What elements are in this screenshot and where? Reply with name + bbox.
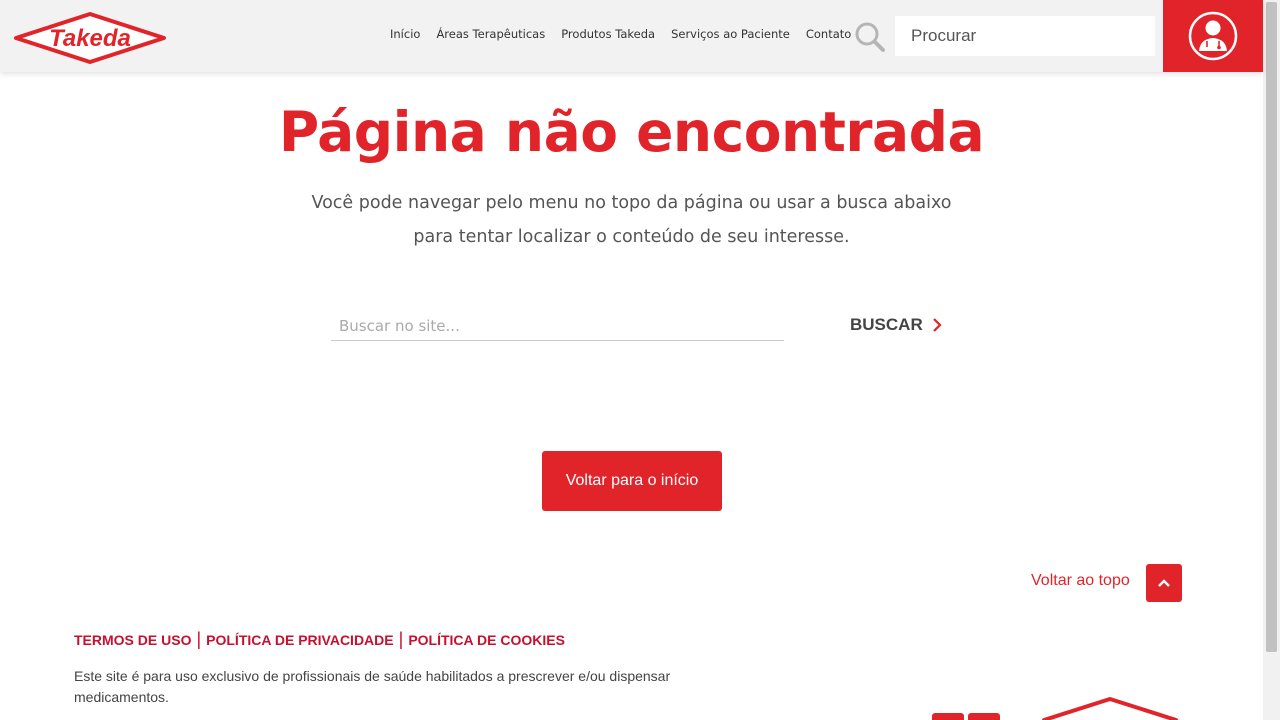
takeda-logo[interactable]: Takeda <box>12 10 168 66</box>
logo-text: Takeda <box>49 25 131 52</box>
chevron-right-icon <box>932 318 942 332</box>
back-to-top-button[interactable] <box>1146 564 1182 602</box>
footer-links: TERMOS DE USO | POLÍTICA DE PRIVACIDADE … <box>74 629 565 650</box>
link-separator: | <box>196 629 202 649</box>
nav-produtos-takeda[interactable]: Produtos Takeda <box>561 27 655 41</box>
search-icon[interactable] <box>854 21 886 53</box>
back-to-top-label[interactable]: Voltar ao topo <box>1031 572 1130 590</box>
social-icon[interactable] <box>968 713 1000 720</box>
nav-inicio[interactable]: Início <box>390 27 420 41</box>
link-politica-cookies[interactable]: POLÍTICA DE COOKIES <box>408 632 565 648</box>
page-scrollbar[interactable] <box>1263 0 1280 720</box>
link-politica-privacidade[interactable]: POLÍTICA DE PRIVACIDADE <box>206 632 393 648</box>
buscar-button[interactable]: BUSCAR <box>850 315 942 335</box>
page-title: Página não encontrada <box>278 100 985 164</box>
link-termos-de-uso[interactable]: TERMOS DE USO <box>74 632 191 648</box>
header-search-input[interactable] <box>895 16 1155 56</box>
back-to-home-button[interactable]: Voltar para o início <box>542 451 722 511</box>
link-separator: | <box>398 629 404 649</box>
page-subtitle: Você pode navegar pelo menu no topo da p… <box>311 193 952 247</box>
chevron-up-icon <box>1158 579 1170 587</box>
social-icon[interactable] <box>932 713 964 720</box>
footer-takeda-logo <box>1040 696 1180 720</box>
nav-contato[interactable]: Contato <box>806 27 851 41</box>
doctor-profile-button[interactable] <box>1163 0 1263 72</box>
main-nav: Início Áreas Terapêuticas Produtos Taked… <box>382 0 859 68</box>
nav-areas-terapeuticas[interactable]: Áreas Terapêuticas <box>436 27 545 41</box>
scrollbar-thumb[interactable] <box>1266 2 1277 652</box>
nav-servicos-paciente[interactable]: Serviços ao Paciente <box>671 27 790 41</box>
doctor-profile-icon <box>1188 11 1238 61</box>
site-header: Takeda Início Áreas Terapêuticas Produto… <box>0 0 1263 72</box>
buscar-label: BUSCAR <box>850 315 923 334</box>
site-search-input[interactable] <box>331 312 784 341</box>
footer-disclaimer: Este site é para uso exclusivo de profis… <box>74 668 671 705</box>
